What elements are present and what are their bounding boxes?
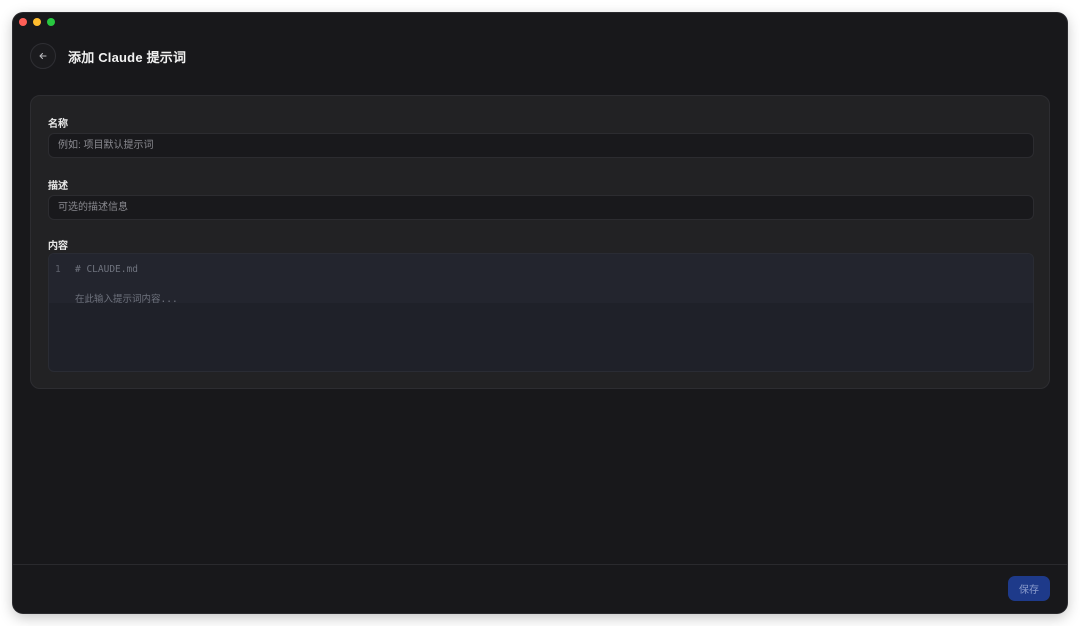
back-button[interactable]	[30, 43, 56, 69]
editor-placeholder: 在此输入提示词内容...	[75, 294, 178, 305]
content-label: 内容	[48, 241, 68, 252]
description-label: 描述	[48, 181, 68, 192]
close-window-button[interactable]	[19, 18, 27, 26]
minimize-window-button[interactable]	[33, 18, 41, 26]
save-button[interactable]: 保存	[1008, 576, 1050, 601]
page-header: 添加 Claude 提示词	[30, 43, 186, 69]
footer-bar: 保存	[13, 564, 1067, 613]
editor-first-line: # CLAUDE.md	[75, 264, 138, 275]
prompt-form-card: 名称 描述 内容 1 # CLAUDE.md 在此输入提示词内容...	[30, 95, 1050, 389]
page-title: 添加 Claude 提示词	[68, 49, 187, 65]
editor-active-line	[49, 254, 1033, 303]
description-input[interactable]	[48, 195, 1034, 220]
arrow-left-icon	[38, 51, 48, 61]
name-label: 名称	[48, 119, 68, 130]
name-input[interactable]	[48, 133, 1034, 158]
maximize-window-button[interactable]	[47, 18, 55, 26]
line-number: 1	[55, 264, 61, 275]
content-editor[interactable]: 1 # CLAUDE.md 在此输入提示词内容...	[48, 253, 1034, 372]
app-window: 添加 Claude 提示词 名称 描述 内容 1 # CLAUDE.md 在此输…	[13, 13, 1067, 613]
window-controls	[19, 18, 55, 26]
